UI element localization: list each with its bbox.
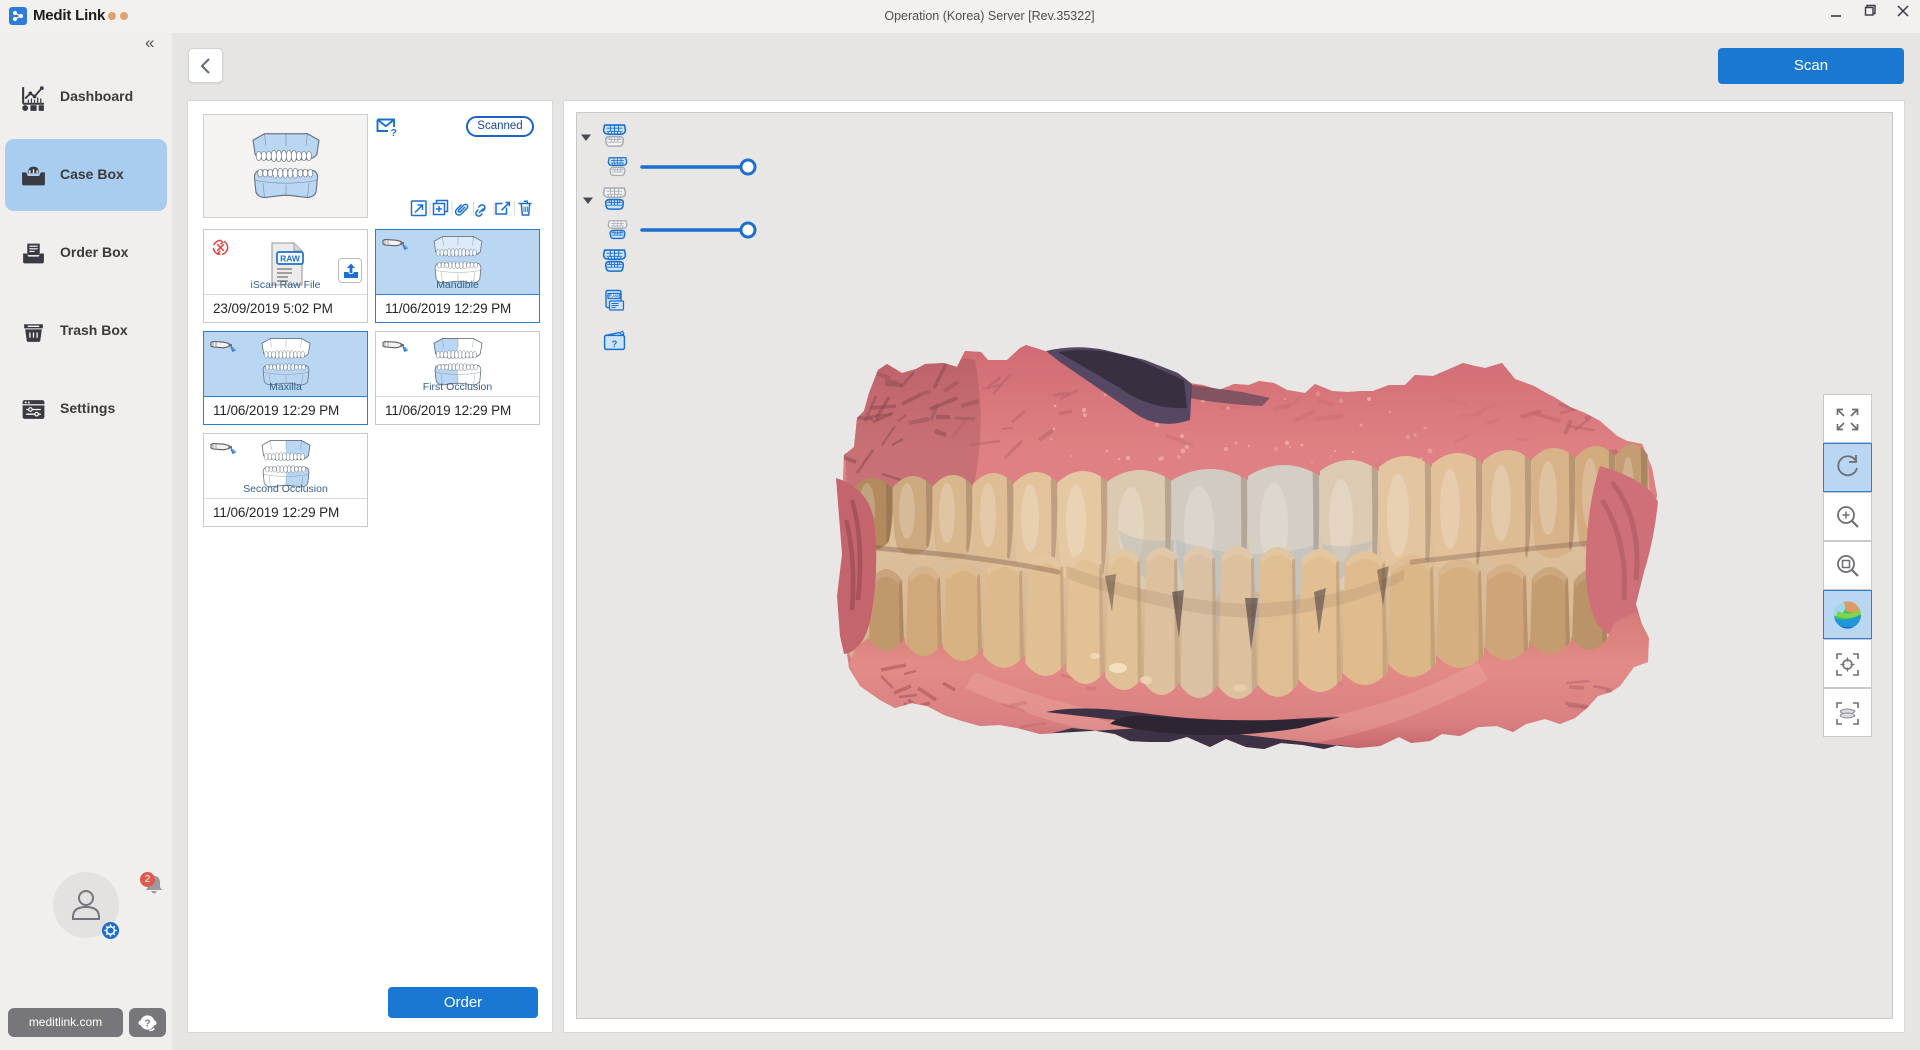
svg-text:RAW: RAW	[609, 294, 620, 299]
svg-text:?: ?	[612, 339, 618, 349]
